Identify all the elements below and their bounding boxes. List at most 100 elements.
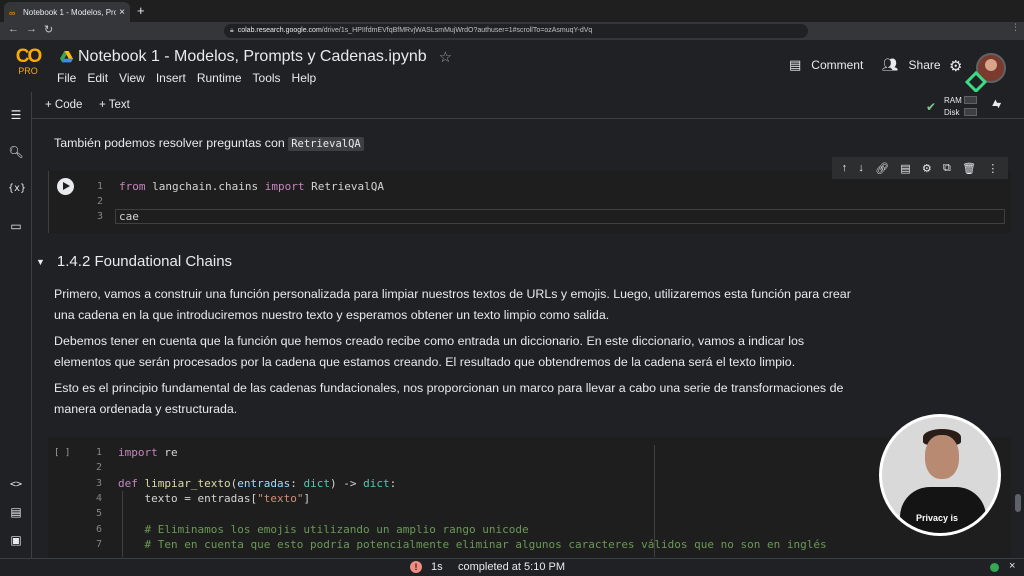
intro-inline-code: RetrievalQA: [288, 137, 364, 151]
menu-tools[interactable]: Tools: [253, 71, 281, 85]
shirt-text: Privacy is: [916, 513, 959, 523]
star-icon[interactable]: ☆: [439, 48, 452, 66]
reload-icon[interactable]: ↻: [44, 23, 53, 36]
collapse-section-icon[interactable]: ▼: [36, 257, 45, 267]
share-button[interactable]: 👥︎ Share: [882, 57, 941, 73]
code-cell-1[interactable]: 1 from langchain.chains import RetrievalQ…: [48, 171, 1011, 233]
code-token: :: [290, 476, 304, 490]
line-number: 3: [96, 211, 103, 222]
settings-gear-icon[interactable]: ⚙: [949, 57, 962, 75]
url-host: colab.research.google.com: [237, 27, 322, 34]
notebook-toolbar: + Code + Text ✔ RAM Disk ▼ ▲: [32, 92, 1024, 119]
line-number: 3: [95, 477, 102, 489]
delete-icon[interactable]: 🗑︎: [962, 162, 976, 175]
code-text: # Ten en cuenta que esto podría potencia…: [118, 537, 826, 552]
line-number: 6: [95, 523, 102, 535]
code-token: langchain.chains: [145, 180, 265, 193]
code-token: limpiar_texto: [144, 476, 231, 490]
menu-help[interactable]: Help: [292, 71, 317, 85]
comment-label: Comment: [811, 58, 864, 72]
status-bar: ! 1s completed at 5:10 PM ×: [0, 558, 1024, 576]
disk-label: Disk: [944, 108, 960, 117]
menu-view[interactable]: View: [119, 71, 145, 85]
tab-close-icon[interactable]: ×: [119, 7, 125, 18]
presenter-face: [925, 435, 959, 479]
line-number: 5: [95, 508, 102, 520]
intro-text: También podemos resolver preguntas con: [54, 136, 285, 150]
line-number: 7: [95, 538, 102, 550]
code-text: from langchain.chains import RetrievalQA: [119, 179, 384, 194]
menu-runtime[interactable]: Runtime: [197, 71, 242, 85]
section-heading-text: 1.4.2 Foundational Chains: [56, 253, 233, 270]
command-palette-icon[interactable]: ▤: [8, 504, 24, 520]
cell-settings-icon[interactable]: ⚙: [922, 162, 932, 175]
code-token: texto = entradas[: [118, 491, 258, 505]
code-text: cae: [119, 209, 139, 224]
disk-bar: [964, 108, 977, 116]
code-token: dict: [303, 476, 330, 490]
collapse-header-icon[interactable]: ▲: [990, 97, 1001, 109]
resources-indicator[interactable]: ✔ RAM Disk ▼: [926, 94, 1016, 118]
add-code-button[interactable]: + Code: [45, 99, 82, 111]
colab-logo[interactable]: CO PRO: [10, 46, 46, 86]
move-down-icon[interactable]: ↓: [858, 162, 864, 174]
left-sidebar: ☰ 🔍︎ {x} ▭ <> ▤ ▣: [0, 92, 32, 558]
move-up-icon[interactable]: ↑: [842, 162, 848, 174]
variables-icon[interactable]: {x}: [8, 181, 26, 197]
menu-bar: File Edit View Insert Runtime Tools Help: [57, 71, 316, 85]
browser-tab-bar: ∞ Notebook 1 - Modelos, Prompts × +: [0, 0, 1024, 22]
connection-status-icon: [990, 563, 999, 572]
add-text-button[interactable]: + Text: [99, 99, 130, 111]
address-bar: ← → ↻ 🔒︎ colab.research.google.com/drive/…: [0, 22, 1024, 40]
link-icon[interactable]: 🔗︎: [875, 162, 889, 175]
line-number: 1: [95, 447, 102, 458]
search-icon[interactable]: 🔍︎: [8, 144, 24, 160]
people-icon: 👥︎: [882, 57, 899, 72]
error-status-icon[interactable]: !: [410, 561, 422, 573]
code-snippets-icon[interactable]: <>: [8, 477, 24, 493]
paragraph-1: Primero, vamos a construir una función p…: [54, 287, 851, 322]
code-cell-2[interactable]: [ ] 1 import re 2 3 def limpiar_texto(entrad…: [48, 437, 1011, 558]
code-token: ) ->: [329, 476, 364, 490]
extensions-icon[interactable]: ⋮: [1011, 22, 1020, 33]
line-number: 2: [96, 196, 103, 207]
code-token: "texto": [257, 491, 304, 505]
comment-button[interactable]: ▤ Comment: [789, 57, 863, 73]
mirror-cell-icon[interactable]: ⧉: [943, 162, 951, 175]
run-cell-button[interactable]: [57, 178, 74, 195]
more-options-icon[interactable]: ⋮: [987, 162, 998, 175]
ram-bar: [964, 96, 977, 104]
forward-icon[interactable]: →: [26, 23, 37, 35]
close-status-icon[interactable]: ×: [1009, 560, 1015, 572]
browser-tab-title: Notebook 1 - Modelos, Prompts: [23, 7, 117, 17]
code-text: import re: [118, 445, 178, 460]
menu-edit[interactable]: Edit: [87, 71, 108, 85]
code-token: from: [119, 180, 146, 193]
section-heading[interactable]: ▼ 1.4.2 Foundational Chains: [36, 253, 232, 270]
menu-file[interactable]: File: [57, 71, 76, 85]
notebook-title[interactable]: Notebook 1 - Modelos, Prompts y Cadenas.…: [78, 48, 427, 66]
intro-text-cell: También podemos resolver preguntas con R…: [54, 133, 854, 155]
terminal-icon[interactable]: ▣: [8, 532, 24, 548]
execution-duration: 1s: [431, 561, 443, 573]
google-drive-icon[interactable]: [60, 51, 73, 63]
scrollbar-thumb[interactable]: [1015, 494, 1021, 512]
line-number: 2: [95, 462, 102, 474]
scrollbar-track[interactable]: [1012, 119, 1024, 558]
url-field[interactable]: 🔒︎ colab.research.google.com/drive/1s_HPI…: [224, 24, 808, 38]
code-token: dict: [363, 476, 390, 490]
code-text: texto = entradas["texto"]: [118, 491, 310, 506]
cell-toolbar: ↑ ↓ 🔗︎ ▤ ⚙ ⧉ 🗑︎ ⋮: [832, 157, 1008, 179]
line-number: 4: [95, 492, 102, 504]
browser-tab[interactable]: ∞ Notebook 1 - Modelos, Prompts ×: [4, 2, 130, 22]
lock-icon: 🔒︎: [230, 27, 234, 34]
menu-insert[interactable]: Insert: [156, 71, 186, 85]
back-icon[interactable]: ←: [8, 23, 19, 35]
files-icon[interactable]: ▭: [8, 218, 24, 234]
new-tab-button[interactable]: +: [137, 3, 145, 18]
comment-cell-icon[interactable]: ▤: [900, 162, 910, 175]
toc-icon[interactable]: ☰: [8, 107, 24, 123]
cell-execution-bracket[interactable]: [ ]: [54, 448, 70, 458]
code-text: def limpiar_texto(entradas: dict) -> dic…: [118, 476, 396, 491]
